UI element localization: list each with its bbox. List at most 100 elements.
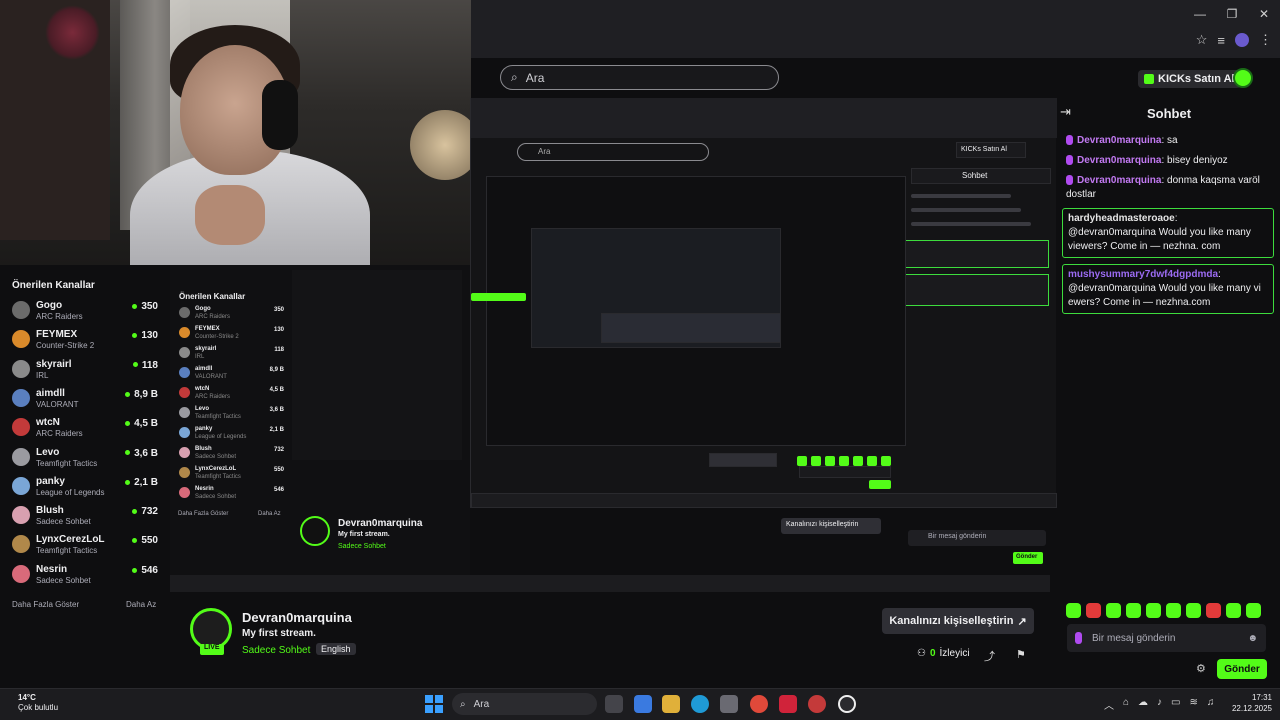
chevron-up-icon[interactable]: ︿ <box>1104 697 1114 712</box>
display-icon[interactable]: ▭ <box>1171 697 1180 712</box>
streamer-name[interactable]: Devran0marquina <box>242 610 352 625</box>
language-badge[interactable]: English <box>316 643 356 655</box>
channel-name: panky <box>36 475 65 487</box>
nested-channel-name: Nesrin <box>195 486 214 492</box>
send-button[interactable]: Gönder <box>1217 659 1267 679</box>
edge-icon[interactable] <box>691 695 709 713</box>
nested-channel-avatar <box>179 307 190 318</box>
report-icon[interactable]: ⚑ <box>1016 648 1026 661</box>
nested-video <box>601 313 781 343</box>
channel-item[interactable]: Gogo ARC Raiders 350 <box>12 298 162 324</box>
show-more-link[interactable]: Daha Fazla Göster <box>12 600 79 609</box>
channel-item[interactable]: LynxCerezLoL Teamfight Tactics 550 <box>12 532 162 558</box>
menu-icon[interactable]: ⋮ <box>1259 32 1272 48</box>
chat-settings-icon[interactable]: ⚙ <box>1196 662 1206 675</box>
stream-category[interactable]: Sadece Sohbet <box>242 645 310 656</box>
minimize-button[interactable]: — <box>1184 0 1216 28</box>
channel-avatar <box>12 535 30 554</box>
task-view-icon[interactable] <box>605 695 623 713</box>
nested-emote <box>867 456 877 466</box>
channel-viewers: 118 <box>133 360 158 371</box>
volume-icon[interactable]: ♫ <box>1207 697 1215 712</box>
buy-kicks-button[interactable]: KICKs Satın Al <box>1138 70 1241 88</box>
chat-message: Devran0marquina: sa <box>1062 134 1274 148</box>
channel-item[interactable]: wtcN ARC Raiders 4,5 B <box>12 415 162 441</box>
emote-icon[interactable] <box>1066 603 1081 618</box>
copilot-icon[interactable] <box>634 695 652 713</box>
customize-channel-button[interactable]: Kanalınızı kişiselleştirin ↗ <box>882 608 1034 634</box>
nested-channel-game: IRL <box>195 354 205 360</box>
weather-widget[interactable]: 14°C Çok bulutlu <box>18 693 58 713</box>
chat-username[interactable]: mushysummary7dwf4dgpdmda <box>1068 269 1218 280</box>
user-avatar[interactable] <box>1233 68 1253 88</box>
search-input[interactable]: ⌕ Ara <box>500 65 779 90</box>
channel-avatar <box>12 447 30 466</box>
headset <box>262 80 298 150</box>
maximize-button[interactable]: ❐ <box>1216 0 1248 28</box>
channel-item[interactable]: skyrairl IRL 118 <box>12 357 162 383</box>
chat-username[interactable]: hardyheadmasteroaoe <box>1068 213 1175 224</box>
nested-msg <box>911 208 1021 212</box>
emoji-icon[interactable]: ☻ <box>1247 633 1258 644</box>
taskbar-search[interactable]: ⌕ Ara <box>452 693 597 715</box>
chat-message-input[interactable]: Bir mesaj gönderin ☻ <box>1067 624 1266 652</box>
emote-icon[interactable] <box>1206 603 1221 618</box>
close-button[interactable]: ✕ <box>1248 0 1280 28</box>
streamer-hand <box>195 185 265 245</box>
playlist-icon[interactable]: ≡ <box>1217 33 1225 48</box>
channel-item[interactable]: panky League of Legends 2,1 B <box>12 474 162 500</box>
chat-username[interactable]: Devran0marquina <box>1077 175 1161 186</box>
nested-emote <box>853 456 863 466</box>
profile-icon[interactable] <box>1235 33 1249 47</box>
chat-username[interactable]: Devran0marquina <box>1077 135 1161 146</box>
emote-icon[interactable] <box>1146 603 1161 618</box>
show-less-link[interactable]: Daha Az <box>126 600 156 609</box>
chat-username[interactable]: Devran0marquina <box>1077 155 1161 166</box>
nested-channel-avatar <box>179 327 190 338</box>
channel-item[interactable]: Nesrin Sadece Sohbet 546 <box>12 562 162 588</box>
emote-icon[interactable] <box>1106 603 1121 618</box>
channel-avatar <box>12 418 30 437</box>
cloud-icon[interactable]: ☁ <box>1138 697 1148 712</box>
channel-item[interactable]: aimdll VALORANT 8,9 B <box>12 386 162 412</box>
store-icon[interactable] <box>720 695 738 713</box>
nested-customize-button: Kanalınızı kişiselleştirin <box>781 518 881 534</box>
channel-avatar <box>12 506 30 525</box>
network-icon[interactable]: ⌂ <box>1123 697 1129 712</box>
nested-channel-viewers: 130 <box>273 327 284 333</box>
nested-channel-avatar <box>179 487 190 498</box>
emote-icon[interactable] <box>1186 603 1201 618</box>
nested-input <box>799 466 891 478</box>
star-icon[interactable]: ☆ <box>1196 32 1208 48</box>
start-button[interactable] <box>425 695 443 713</box>
channel-game: League of Legends <box>36 487 105 497</box>
valorant-icon[interactable] <box>779 695 797 713</box>
emote-icon[interactable] <box>1086 603 1101 618</box>
nested-channel-avatar <box>179 427 190 438</box>
chrome-icon[interactable] <box>750 695 768 713</box>
channel-viewers: 2,1 B <box>125 477 158 488</box>
clock[interactable]: 17:31 22.12.2025 <box>1228 692 1272 714</box>
file-explorer-icon[interactable] <box>662 695 680 713</box>
app-icon[interactable] <box>808 695 826 713</box>
emote-icon[interactable] <box>1166 603 1181 618</box>
window-controls: — ❐ ✕ <box>1184 0 1280 28</box>
obs-icon[interactable] <box>838 695 856 713</box>
channel-item[interactable]: Blush Sadece Sohbet 732 <box>12 503 162 529</box>
emote-icon[interactable] <box>1246 603 1261 618</box>
channel-item[interactable]: Levo Teamfight Tactics 3,6 B <box>12 445 162 471</box>
nested-info-avatar <box>300 516 330 546</box>
mic-icon[interactable]: ♪ <box>1157 697 1162 712</box>
share-icon[interactable]: ⤴ <box>984 648 995 664</box>
nested-chrome <box>471 98 1057 138</box>
emote-icon[interactable] <box>1226 603 1241 618</box>
lamp <box>410 110 471 180</box>
emote-icon[interactable] <box>1126 603 1141 618</box>
channel-item[interactable]: FEYMEX Counter-Strike 2 130 <box>12 327 162 353</box>
wifi-icon[interactable]: ≋ <box>1190 697 1198 712</box>
chat-messages: Devran0marquina: sa Devran0marquina: bise… <box>1062 134 1274 320</box>
nested-channel-viewers: 3,6 B <box>269 407 284 413</box>
nested-message-input: Bir mesaj gönderin <box>908 530 1046 546</box>
channel-name: FEYMEX <box>36 329 78 341</box>
nested-msg-boxed <box>905 240 1049 268</box>
